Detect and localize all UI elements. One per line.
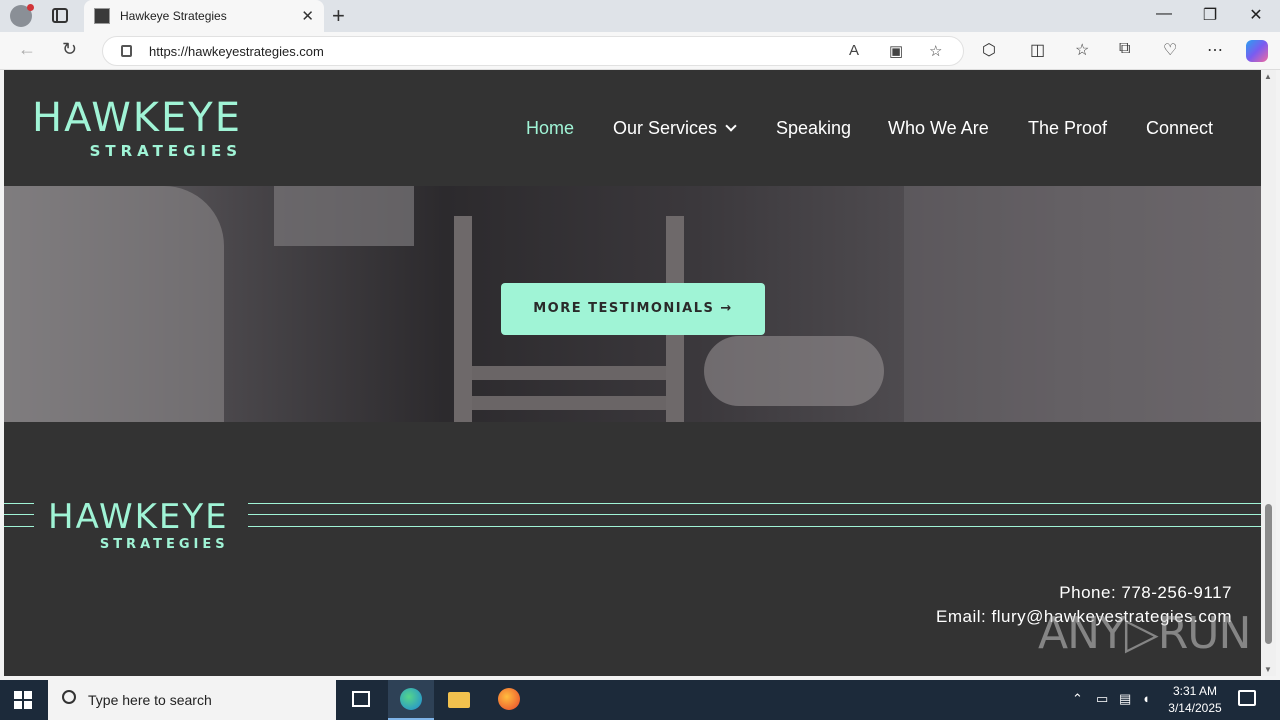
close-window-button[interactable]: ✕ — [1233, 5, 1279, 25]
logo-wordmark: HAWKEYE — [32, 95, 243, 141]
back-icon[interactable]: ← — [18, 39, 36, 60]
page-viewport: HAWKEYE STRATEGIES Home Our Services Spe… — [4, 70, 1261, 676]
url-text[interactable]: https://hawkeyestrategies.com — [149, 44, 324, 59]
immersive-reader-icon[interactable]: ▣ — [889, 42, 903, 60]
tab-close-button[interactable]: ✕ — [301, 7, 314, 25]
site-favicon-icon — [94, 8, 110, 24]
read-aloud-icon[interactable]: A — [849, 42, 859, 59]
file-explorer-icon[interactable] — [436, 680, 482, 720]
tray-device-icon[interactable]: ▭ — [1096, 691, 1108, 707]
hero-figure-right — [904, 186, 1261, 422]
copilot-icon[interactable] — [1246, 40, 1268, 62]
nav-our-services[interactable]: Our Services — [613, 118, 737, 139]
firefox-icon[interactable] — [486, 680, 532, 720]
footer-logo[interactable]: HAWKEYE STRATEGIES — [48, 500, 229, 552]
tray-chevron-up-icon[interactable]: ⌃ — [1072, 691, 1083, 707]
logo-tagline: STRATEGIES — [89, 142, 243, 160]
refresh-icon[interactable]: ↻ — [62, 39, 77, 60]
anyrun-watermark: ANY▷RUN — [1038, 608, 1251, 659]
edge-icon[interactable] — [388, 680, 434, 720]
tab-actions-icon[interactable] — [52, 8, 68, 23]
search-icon — [62, 690, 76, 704]
chevron-down-icon — [725, 120, 737, 132]
notification-icon[interactable] — [1238, 690, 1256, 706]
start-windows-icon[interactable] — [14, 691, 32, 709]
footer-logo-tagline: STRATEGIES — [99, 537, 229, 552]
nav-connect[interactable]: Connect — [1146, 118, 1213, 139]
clock-time: 3:31 AM — [1172, 684, 1218, 698]
favorite-star-icon[interactable]: ☆ — [929, 42, 942, 60]
scroll-down-arrow-icon[interactable]: ▼ — [1264, 665, 1272, 674]
extensions-icon[interactable]: ⬡ — [982, 40, 996, 60]
footer-logo-wordmark: HAWKEYE — [48, 497, 229, 537]
more-testimonials-button[interactable]: MORE TESTIMONIALS → — [501, 283, 765, 335]
scroll-up-arrow-icon[interactable]: ▲ — [1264, 72, 1272, 81]
taskbar-search-placeholder: Type here to search — [88, 692, 212, 708]
restore-button[interactable]: ❐ — [1187, 5, 1233, 25]
page-scrollbar[interactable]: ▲ ▼ — [1261, 70, 1276, 676]
collections-icon[interactable]: ⧉ — [1119, 40, 1130, 58]
site-logo[interactable]: HAWKEYE STRATEGIES — [32, 98, 242, 160]
more-icon[interactable]: ⋯ — [1207, 40, 1223, 60]
task-view-icon[interactable] — [338, 680, 384, 720]
url-input[interactable]: https://hawkeyestrategies.com A ▣ ☆ — [102, 36, 964, 66]
taskbar-clock[interactable]: 3:31 AM 3/14/2025 — [1160, 683, 1230, 717]
minimize-button[interactable]: — — [1141, 5, 1187, 23]
favorites-icon[interactable]: ☆ — [1075, 40, 1089, 60]
nav-our-services-label: Our Services — [613, 118, 718, 138]
chair-slat — [472, 396, 666, 410]
windows-taskbar: Type here to search ⌃ ▭ ▤ ◖ 3:31 AM 3/14… — [0, 680, 1280, 720]
hero-hands — [704, 336, 884, 406]
nav-home[interactable]: Home — [526, 118, 574, 139]
chair-slat — [472, 366, 666, 380]
nav-the-proof[interactable]: The Proof — [1028, 118, 1107, 139]
hero-shirt-pattern — [274, 186, 414, 246]
new-tab-button[interactable]: + — [332, 3, 345, 29]
nav-speaking[interactable]: Speaking — [776, 118, 851, 139]
tab-title: Hawkeye Strategies — [120, 9, 227, 23]
footer-phone[interactable]: Phone: 778-256-9117 — [1059, 583, 1232, 603]
lock-icon[interactable] — [121, 45, 132, 57]
scroll-thumb[interactable] — [1265, 504, 1272, 644]
nav-who-we-are[interactable]: Who We Are — [888, 118, 989, 139]
volume-icon[interactable]: ◖ — [1142, 691, 1150, 706]
taskbar-search-box[interactable]: Type here to search — [48, 680, 336, 720]
browser-tab[interactable]: Hawkeye Strategies ✕ — [84, 0, 324, 32]
network-icon[interactable]: ▤ — [1119, 691, 1131, 707]
site-header: HAWKEYE STRATEGIES Home Our Services Spe… — [4, 70, 1261, 186]
address-bar-row: ← ↻ https://hawkeyestrategies.com A ▣ ☆ … — [0, 32, 1280, 70]
testimonials-hero-image: MORE TESTIMONIALS → — [4, 186, 1261, 422]
hero-figure-left — [4, 186, 224, 422]
browser-essentials-icon[interactable]: ♡ — [1163, 40, 1177, 60]
clock-date: 3/14/2025 — [1168, 701, 1222, 715]
profile-avatar-icon[interactable] — [10, 4, 34, 27]
split-screen-icon[interactable]: ◫ — [1030, 40, 1045, 60]
browser-tab-bar: Hawkeye Strategies ✕ + — ❐ ✕ — [0, 0, 1280, 32]
